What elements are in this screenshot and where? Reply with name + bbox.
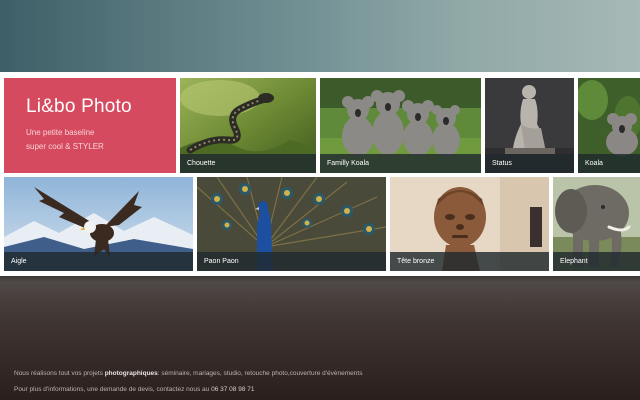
footer-services-suffix: : séminaire, mariages, studio, retouche … [157, 370, 363, 377]
footer-line-services: Nous réalisons tout vos projets photogra… [14, 366, 626, 382]
gallery-shadow [0, 276, 640, 282]
brand-title: Li&bo Photo [26, 96, 132, 117]
photo-gallery: Li&bo Photo Une petite baseline super co… [0, 72, 640, 276]
footer-services-prefix: Nous réalisons tout vos projets [14, 370, 105, 377]
gallery-caption: Tête bronze [390, 252, 549, 271]
gallery-item-elephant[interactable]: Elephant [553, 177, 640, 271]
footer-line-contact: Pour plus d'informations, une demande de… [14, 382, 626, 398]
gallery-caption: Koala [578, 154, 640, 173]
gallery-item-status[interactable]: Status [485, 78, 574, 173]
gallery-item-paon-paon[interactable]: Paon Paon [197, 177, 386, 271]
gallery-caption: Familly Koala [320, 154, 481, 173]
brand-subtitle-line1: Une petite baseline [26, 128, 95, 137]
footer-services-strong: photographiques [104, 370, 158, 377]
brand-tile: Li&bo Photo Une petite baseline super co… [4, 78, 176, 173]
gallery-caption: Chouette [180, 154, 316, 173]
gallery-item-chouette[interactable]: Chouette [180, 78, 316, 173]
gallery-item-familly-koala[interactable]: Familly Koala [320, 78, 481, 173]
footer-contact-prefix: Pour plus d'informations, une demande de… [14, 386, 212, 393]
gallery-item-koala[interactable]: Koala [578, 78, 640, 173]
gallery-caption: Elephant [553, 252, 640, 271]
footer-phone-number[interactable]: 06 37 08 98 71 [211, 386, 254, 393]
gallery-item-tete-bronze[interactable]: Tête bronze [390, 177, 549, 271]
gallery-caption: Status [485, 154, 574, 173]
gallery-caption: Paon Paon [197, 252, 386, 271]
brand-subtitle: Une petite baseline super cool & STYLER [26, 126, 154, 154]
header-background [0, 0, 640, 72]
footer: Nous réalisons tout vos projets photogra… [14, 366, 626, 398]
gallery-caption: Aigle [4, 252, 193, 271]
gallery-item-aigle[interactable]: Aigle [4, 177, 193, 271]
brand-subtitle-line2: super cool & STYLER [26, 142, 104, 151]
